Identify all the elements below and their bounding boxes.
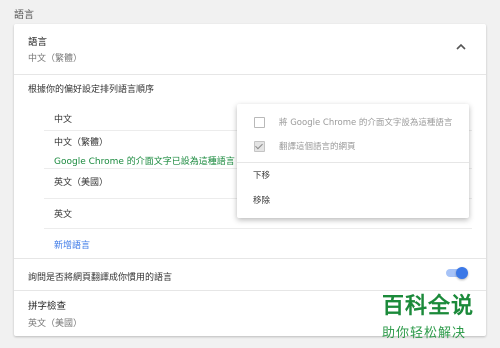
language-header[interactable]: 語言 中文（繁體） bbox=[28, 34, 82, 64]
language-current: 中文（繁體） bbox=[28, 54, 83, 64]
ui-language-note: Google Chrome 的介面文字已設為這種語言 bbox=[54, 157, 235, 167]
spellcheck-header[interactable]: 拼字檢查 英文（美國） bbox=[28, 298, 82, 329]
menu-item-label: 翻譯這個語言的網頁 bbox=[279, 142, 356, 152]
language-name: 英文（美國） bbox=[54, 178, 109, 188]
spellcheck-language: 英文（美國） bbox=[28, 319, 83, 329]
add-language-link[interactable]: 新增語言 bbox=[54, 238, 90, 251]
chevron-up-icon[interactable] bbox=[454, 42, 468, 52]
offer-translate-toggle[interactable] bbox=[446, 267, 468, 279]
language-name: 英文 bbox=[54, 210, 73, 220]
menu-item-display-in-language[interactable]: 將 Google Chrome 的介面文字設為這種語言 bbox=[237, 110, 469, 134]
menu-item-remove[interactable]: 移除 bbox=[237, 188, 469, 212]
checkbox-checked-icon bbox=[254, 140, 265, 152]
spellcheck-title: 拼字檢查 bbox=[28, 301, 67, 312]
language-item-english-us[interactable]: 英文（美國） bbox=[54, 175, 108, 188]
offer-translate-label: 詢問是否將網頁翻譯成你慣用的語言 bbox=[28, 273, 173, 283]
language-item-chinese-traditional[interactable]: 中文（繁體） Google Chrome 的介面文字已設為這種語言 bbox=[54, 135, 235, 167]
menu-item-label: 下移 bbox=[253, 171, 271, 181]
checkbox-icon bbox=[254, 116, 265, 128]
menu-item-move-down[interactable]: 下移 bbox=[237, 163, 469, 187]
language-item-english[interactable]: 英文 bbox=[54, 207, 72, 220]
order-label: 根據你的偏好設定排列語言順序 bbox=[28, 85, 155, 95]
divider bbox=[14, 258, 486, 259]
menu-item-label: 將 Google Chrome 的介面文字設為這種語言 bbox=[279, 118, 453, 128]
divider bbox=[14, 290, 486, 291]
menu-item-offer-translate[interactable]: 翻譯這個語言的網頁 bbox=[237, 134, 469, 158]
toggle-knob bbox=[456, 267, 468, 279]
row-separator bbox=[44, 228, 472, 229]
language-item-chinese[interactable]: 中文 bbox=[54, 112, 72, 125]
section-title: 語言 bbox=[14, 10, 34, 21]
language-options-menu: 將 Google Chrome 的介面文字設為這種語言 翻譯這個語言的網頁 下移… bbox=[237, 104, 469, 218]
language-name: 中文（繁體） bbox=[54, 138, 109, 148]
language-name: 中文 bbox=[54, 115, 73, 125]
menu-item-label: 移除 bbox=[253, 196, 271, 206]
language-title: 語言 bbox=[28, 37, 48, 48]
divider bbox=[14, 74, 486, 75]
